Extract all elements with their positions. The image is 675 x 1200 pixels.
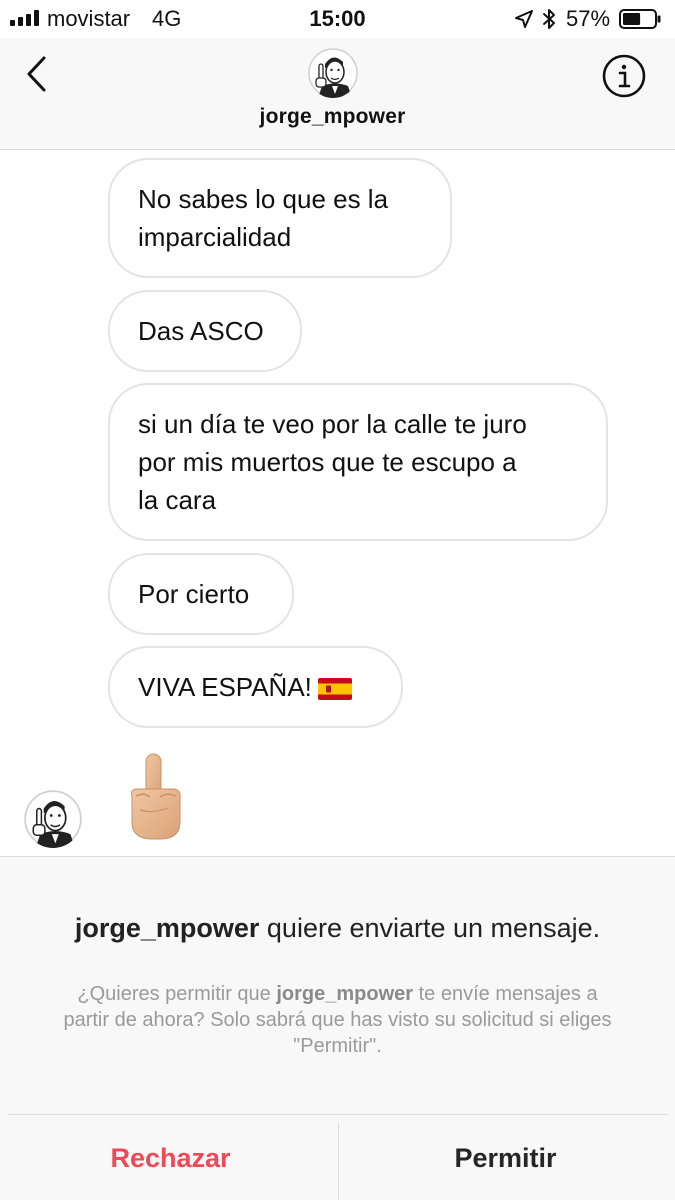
message-line: la cara bbox=[138, 485, 217, 515]
request-actions: Rechazar Permitir bbox=[8, 1114, 668, 1200]
spain-flag-icon bbox=[317, 678, 352, 701]
avatar-illustration bbox=[24, 790, 82, 848]
reject-button[interactable]: Rechazar bbox=[8, 1115, 333, 1200]
message-line: si un día te veo por la calle te juro bbox=[138, 409, 527, 439]
message-bubble[interactable]: VIVA ESPAÑA! bbox=[108, 646, 403, 728]
message-line: VIVA ESPAÑA! bbox=[138, 668, 373, 706]
message-line: No sabes lo que es la bbox=[138, 184, 389, 214]
message-text: VIVA ESPAÑA! bbox=[138, 672, 312, 702]
message-bubble[interactable]: Por cierto bbox=[108, 553, 294, 635]
middle-finger-emoji[interactable] bbox=[124, 752, 186, 842]
conversation-username[interactable]: jorge_mpower bbox=[0, 105, 665, 129]
message-line: imparcialidad bbox=[138, 222, 292, 252]
avatar[interactable] bbox=[308, 48, 358, 98]
divider bbox=[338, 1123, 339, 1200]
location-icon bbox=[515, 10, 533, 28]
info-icon[interactable] bbox=[600, 52, 648, 100]
request-title: jorge_mpower quiere enviarte un mensaje. bbox=[0, 913, 675, 944]
battery-percent: 57% bbox=[566, 6, 611, 31]
message-bubble[interactable]: si un día te veo por la calle te juro po… bbox=[108, 383, 608, 541]
request-title-text: quiere enviarte un mensaje. bbox=[259, 913, 601, 943]
message-request-panel: jorge_mpower quiere enviarte un mensaje.… bbox=[0, 856, 675, 1200]
request-desc-username: jorge_mpower bbox=[276, 983, 414, 1005]
request-desc-text: ¿Quieres permitir que bbox=[77, 983, 277, 1005]
battery-icon bbox=[619, 9, 661, 29]
message-line: Por cierto bbox=[138, 579, 250, 609]
avatar-illustration bbox=[308, 48, 358, 98]
status-bar: movistar 4G 15:00 57% bbox=[0, 0, 675, 38]
sender-avatar[interactable] bbox=[24, 790, 82, 848]
message-line: Das ASCO bbox=[138, 316, 264, 346]
allow-button[interactable]: Permitir bbox=[343, 1115, 668, 1200]
conversation-header: jorge_mpower bbox=[0, 38, 675, 150]
bluetooth-icon bbox=[543, 9, 555, 29]
message-bubble[interactable]: Das ASCO bbox=[108, 290, 302, 372]
chevron-left-icon[interactable] bbox=[20, 52, 54, 96]
message-line: por mis muertos que te escupo a bbox=[138, 447, 517, 477]
request-username: jorge_mpower bbox=[74, 913, 260, 943]
dm-request-screen: movistar 4G 15:00 57% jorge_mpower No sa… bbox=[0, 0, 675, 1200]
request-description: ¿Quieres permitir que jorge_mpower te en… bbox=[60, 981, 615, 1059]
message-bubble[interactable]: No sabes lo que es la imparcialidad bbox=[108, 158, 452, 278]
